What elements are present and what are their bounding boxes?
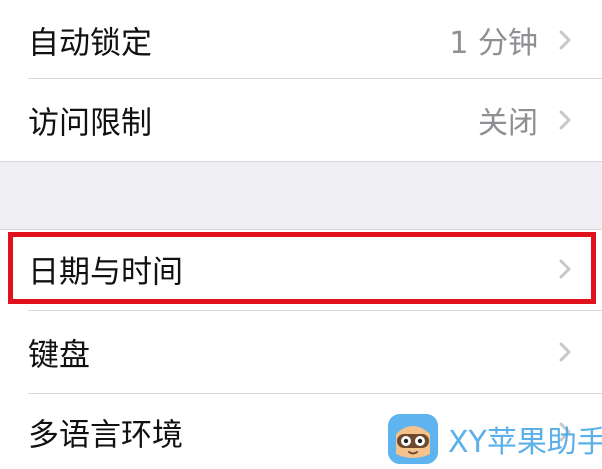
settings-row-date-time[interactable]: 日期与时间: [0, 230, 602, 308]
row-label: 日期与时间: [28, 254, 183, 291]
row-label: 多语言环境: [28, 417, 183, 454]
settings-screen: 自动锁定 1 分钟 访问限制 关闭 日期与时间 键盘 多语言环境 XY苹果助手: [0, 0, 602, 469]
row-value: 1 分钟: [449, 26, 538, 61]
row-label: 自动锁定: [28, 25, 152, 62]
row-label: 访问限制: [28, 105, 152, 142]
row-value: 关闭: [478, 106, 538, 141]
chevron-right-icon: [554, 341, 576, 363]
chevron-right-icon: [554, 29, 576, 51]
row-separator: [28, 393, 602, 394]
xy-mascot-logo-icon: [388, 414, 438, 464]
row-label: 键盘: [28, 337, 90, 374]
watermark-text: XY苹果助手: [448, 425, 602, 460]
row-separator: [28, 78, 602, 79]
chevron-right-icon: [554, 109, 576, 131]
group-spacer: [0, 162, 602, 230]
watermark: XY苹果助手: [388, 413, 602, 465]
settings-row-auto-lock[interactable]: 自动锁定 1 分钟: [0, 0, 602, 80]
settings-row-restrictions[interactable]: 访问限制 关闭: [0, 80, 602, 160]
chevron-right-icon: [554, 258, 576, 280]
row-separator: [28, 310, 602, 311]
settings-row-keyboard[interactable]: 键盘: [0, 312, 602, 392]
